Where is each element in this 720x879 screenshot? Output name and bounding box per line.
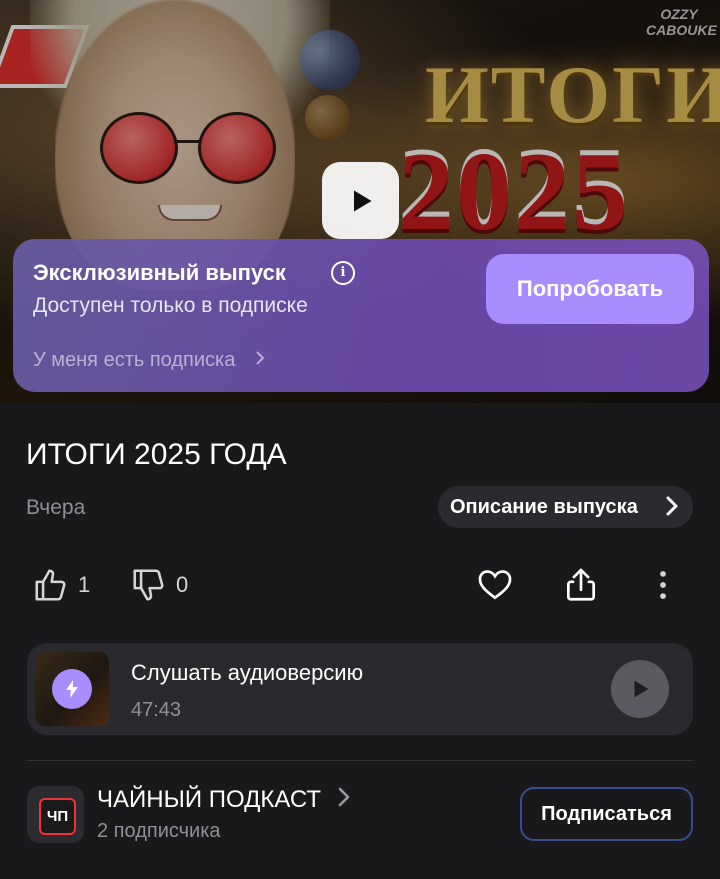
info-icon[interactable]: i <box>331 261 355 285</box>
favorite-button[interactable] <box>476 566 514 604</box>
audio-version-card[interactable]: Слушать аудиоверсию 47:43 <box>27 643 693 735</box>
share-button[interactable] <box>562 566 600 604</box>
like-count: 1 <box>78 572 91 597</box>
channel-avatar-logo: ЧП <box>39 798 76 835</box>
chevron-right-icon <box>255 349 265 371</box>
bolt-icon <box>52 669 92 709</box>
exclusive-subtitle: Доступен только в подписке <box>33 294 308 317</box>
channel-name-link[interactable]: ЧАЙНЫЙ ПОДКАСТ <box>97 786 350 814</box>
exclusive-title: Эксклюзивный выпуск <box>33 260 286 285</box>
chevron-right-icon <box>338 786 350 813</box>
have-subscription-label: У меня есть подписка <box>33 349 236 371</box>
audio-thumbnail <box>35 652 109 726</box>
more-options-button[interactable] <box>644 566 682 604</box>
play-icon <box>353 190 371 211</box>
play-icon <box>634 680 649 698</box>
channel-name: ЧАЙНЫЙ ПОДКАСТ <box>97 786 322 813</box>
divider <box>27 760 693 761</box>
audio-title: Слушать аудиоверсию <box>131 660 364 685</box>
video-thumbnail[interactable]: ИТОГИ 2025 OZZY CABOUKE Эксклюзивный вып… <box>0 0 720 403</box>
exclusive-banner: Эксклюзивный выпуск i Доступен только в … <box>13 239 709 392</box>
dislike-button[interactable]: 0 <box>130 566 188 604</box>
share-icon <box>566 568 596 601</box>
chevron-right-icon <box>665 495 679 523</box>
thumbs-up-icon <box>35 569 66 601</box>
channel-avatar[interactable]: ЧП <box>27 786 84 843</box>
thumbs-down-icon <box>133 569 164 601</box>
heart-icon <box>478 570 512 600</box>
episode-title: ИТОГИ 2025 ГОДА <box>26 438 287 471</box>
have-subscription-link[interactable]: У меня есть подписка <box>33 349 265 372</box>
dislike-count: 0 <box>176 572 189 597</box>
episode-description-button[interactable]: Описание выпуска <box>438 486 693 528</box>
try-subscription-button[interactable]: Попробовать <box>486 254 694 324</box>
episode-date: Вчера <box>26 496 86 519</box>
like-button[interactable]: 1 <box>32 566 90 604</box>
subscribe-button[interactable]: Подписаться <box>520 787 693 841</box>
more-vertical-icon <box>660 571 666 599</box>
audio-duration: 47:43 <box>131 699 182 721</box>
video-play-button[interactable] <box>322 162 399 239</box>
channel-subscriber-count: 2 подписчика <box>97 820 221 842</box>
episode-description-label: Описание выпуска <box>450 495 638 518</box>
audio-play-button[interactable] <box>611 660 669 718</box>
